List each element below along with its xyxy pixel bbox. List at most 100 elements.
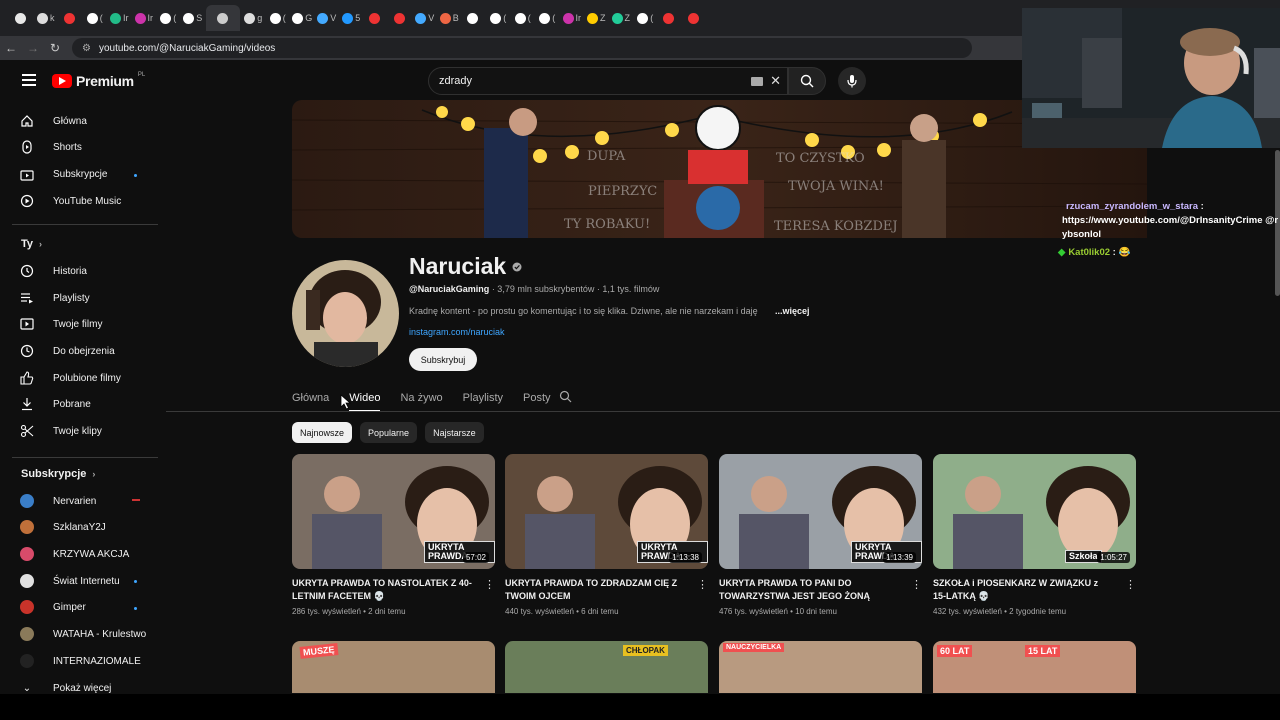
browser-tab[interactable] xyxy=(59,5,82,31)
back-icon[interactable]: ← xyxy=(0,41,22,55)
video-title[interactable]: SZKOŁA i PIOSENKARZ W ZWIĄZKU z 15-LATKĄ… xyxy=(933,577,1113,603)
browser-tab[interactable]: ( xyxy=(267,5,290,31)
video-thumbnail[interactable]: UKRYTA PRAWDA 1:13:38 xyxy=(505,454,708,569)
browser-tab[interactable]: g xyxy=(242,5,265,31)
menu-icon[interactable] xyxy=(22,74,36,86)
browser-tab[interactable] xyxy=(683,5,706,31)
browser-tab[interactable]: k xyxy=(35,5,58,31)
video-card[interactable]: UKRYTA PRAWDA 1:13:39 UKRYTA PRAWDA TO PAN… xyxy=(719,454,922,616)
channel-description[interactable]: Kradnę kontent - po prostu go komentując… xyxy=(409,306,829,316)
browser-tab[interactable] xyxy=(659,5,682,31)
browser-tab[interactable]: V xyxy=(414,5,437,31)
search-input[interactable]: zdrady ✕ xyxy=(428,67,788,95)
browser-tab[interactable]: ( xyxy=(512,5,535,31)
channel-tab[interactable]: Główna xyxy=(292,386,329,410)
subscription-item[interactable]: Świat Internetu xyxy=(20,568,120,594)
sidebar-item-download[interactable]: Pobrane xyxy=(20,391,91,417)
browser-tab[interactable]: ( xyxy=(157,5,180,31)
video-thumbnail[interactable]: Szkoła 1:05:27 xyxy=(933,454,1136,569)
video-card[interactable]: UKRYTA PRAWDA 57:02 UKRYTA PRAWDA TO NASTO… xyxy=(292,454,495,616)
video-thumbnail[interactable]: UKRYTA PRAWDA 1:13:39 xyxy=(719,454,922,569)
sidebar-section-you[interactable]: Ty › xyxy=(21,238,42,250)
subscription-item[interactable]: Nervarien xyxy=(20,488,96,514)
video-title[interactable]: UKRYTA PRAWDA TO NASTOLATEK Z 40-LETNIM … xyxy=(292,577,472,603)
site-info-icon[interactable]: ⚙ xyxy=(82,43,91,54)
sidebar-item-your-videos[interactable]: Twoje filmy xyxy=(20,311,102,337)
channel-tab[interactable]: Na żywo xyxy=(400,386,442,410)
clear-search-icon[interactable]: ✕ xyxy=(770,73,781,89)
browser-tab[interactable]: 5 xyxy=(340,5,363,31)
browser-tab[interactable]: Ir xyxy=(133,5,156,31)
subscription-label: INTERNAZIOMALE xyxy=(53,655,141,667)
more-options-icon[interactable]: ⋮ xyxy=(911,578,922,591)
keyboard-icon[interactable] xyxy=(751,77,763,86)
browser-tab[interactable]: ( xyxy=(536,5,559,31)
tab-title: Ir xyxy=(123,13,129,23)
browser-tab[interactable]: V xyxy=(316,5,339,31)
browser-tab[interactable]: ( xyxy=(84,5,107,31)
browser-tab[interactable]: Ir xyxy=(561,5,584,31)
channel-external-link[interactable]: instagram.com/naruciak xyxy=(409,327,505,337)
channel-tab[interactable]: Playlisty xyxy=(463,386,503,410)
video-title[interactable]: UKRYTA PRAWDA TO ZDRADZAM CIĘ Z TWOIM OJ… xyxy=(505,577,685,603)
browser-tab[interactable] xyxy=(10,5,33,31)
youtube-logo[interactable]: Premium PL xyxy=(52,72,145,89)
sidebar-item-home[interactable]: Główna xyxy=(20,108,87,134)
sidebar-item-subscriptions[interactable]: Subskrypcje xyxy=(20,161,107,187)
subscription-item[interactable]: WATAHA - Krulestwo xyxy=(20,621,146,647)
subscription-item[interactable]: KRZYWA AKCJA xyxy=(20,541,129,567)
browser-tab[interactable]: Ir xyxy=(108,5,131,31)
subscription-item[interactable]: INTERNAZIOMALE xyxy=(20,648,141,674)
sidebar-item-playlist[interactable]: Playlisty xyxy=(20,285,90,311)
video-card[interactable]: Szkoła 1:05:27 SZKOŁA i PIOSENKARZ W ZWIĄZ… xyxy=(933,454,1136,616)
browser-tab[interactable]: G xyxy=(291,5,314,31)
voice-search-button[interactable] xyxy=(838,67,866,95)
video-thumbnail-row2[interactable]: CHŁOPAK xyxy=(505,641,708,693)
browser-tab[interactable]: ( xyxy=(634,5,657,31)
url-field[interactable]: ⚙ youtube.com/@NaruciakGaming/videos xyxy=(72,38,972,58)
search-button[interactable] xyxy=(788,67,826,95)
more-options-icon[interactable]: ⋮ xyxy=(484,578,495,591)
video-duration: 1:13:39 xyxy=(883,552,916,563)
video-thumbnail-row2[interactable]: 60 LAT 15 LAT xyxy=(933,641,1136,693)
channel-tab[interactable]: Wideo xyxy=(349,386,381,412)
channel-tab[interactable]: Posty xyxy=(523,386,551,410)
more-options-icon[interactable]: ⋮ xyxy=(697,578,708,591)
sort-chip[interactable]: Najstarsze xyxy=(425,422,484,443)
subscribe-button[interactable]: Subskrybuj xyxy=(409,348,477,371)
video-thumbnail-row2[interactable]: MUSZĘ xyxy=(292,641,495,693)
channel-search-icon[interactable] xyxy=(559,390,572,403)
video-thumbnail[interactable]: UKRYTA PRAWDA 57:02 xyxy=(292,454,495,569)
chat-username[interactable]: rzucam_zyrandolem_w_stara xyxy=(1066,201,1198,212)
browser-tab[interactable]: Z xyxy=(585,5,608,31)
subscription-item[interactable]: SzklanaY2J xyxy=(20,514,106,540)
browser-tab[interactable]: Z xyxy=(610,5,633,31)
sidebar-item-shorts[interactable]: Shorts xyxy=(20,134,82,160)
sidebar-item-clock[interactable]: Do obejrzenia xyxy=(20,338,115,364)
video-thumbnail-row2[interactable]: NAUCZYCIELKA xyxy=(719,641,922,693)
sort-chip[interactable]: Najnowsze xyxy=(292,422,353,443)
browser-tab[interactable]: B xyxy=(438,5,461,31)
browser-tab[interactable] xyxy=(365,5,388,31)
sidebar-section-subscriptions[interactable]: Subskrypcje › xyxy=(21,468,95,480)
sidebar-item-scissors[interactable]: Twoje klipy xyxy=(20,418,102,444)
browser-tab[interactable] xyxy=(463,5,486,31)
browser-tab[interactable] xyxy=(206,5,240,31)
video-duration: 57:02 xyxy=(462,552,489,563)
subscription-item[interactable]: Gimper xyxy=(20,594,86,620)
more-options-icon[interactable]: ⋮ xyxy=(1125,578,1136,591)
video-title[interactable]: UKRYTA PRAWDA TO PANI DO TOWARZYSTWA JES… xyxy=(719,577,899,603)
channel-avatar[interactable] xyxy=(292,260,399,367)
sidebar-item-history[interactable]: Historia xyxy=(20,258,87,284)
sidebar-item-thumb-up[interactable]: Polubione filmy xyxy=(20,365,121,391)
browser-tab[interactable]: S xyxy=(182,5,205,31)
browser-tab[interactable]: ( xyxy=(487,5,510,31)
sort-chip[interactable]: Popularne xyxy=(360,422,418,443)
forward-icon[interactable]: → xyxy=(22,41,44,55)
more-link[interactable]: ...więcej xyxy=(775,306,810,316)
chat-username[interactable]: Kat0lik02 xyxy=(1068,247,1110,258)
video-card[interactable]: UKRYTA PRAWDA 1:13:38 UKRYTA PRAWDA TO ZDR… xyxy=(505,454,708,616)
sidebar-item-music[interactable]: YouTube Music xyxy=(20,188,121,214)
browser-tab[interactable] xyxy=(389,5,412,31)
reload-icon[interactable]: ↻ xyxy=(44,41,66,55)
